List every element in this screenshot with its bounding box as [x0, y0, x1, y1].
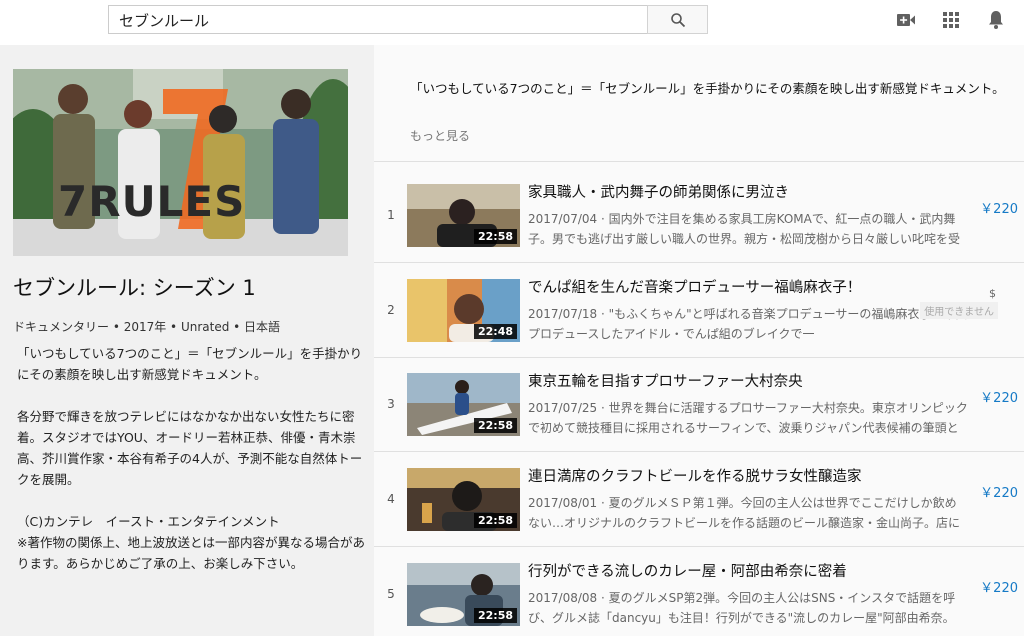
episode-row[interactable]: 5 22:58 行列ができる流しのカレー屋・阿部由希奈に密着 2017/08/0… [374, 553, 1024, 636]
top-bar: セブンルール [0, 0, 1024, 45]
search-input[interactable]: セブンルール [108, 5, 648, 34]
divider [374, 262, 1024, 263]
price-button[interactable]: ￥220 [980, 198, 1018, 217]
episode-number: 5 [387, 587, 395, 601]
price-button[interactable]: ￥220 [980, 482, 1018, 501]
episode-title[interactable]: 東京五輪を目指すプロサーファー大村奈央 [528, 370, 988, 391]
episode-row[interactable]: 1 22:58 家具職人・武内舞子の師弟関係に男泣き 2017/07/04 · … [374, 174, 1024, 268]
episode-number: 3 [387, 397, 395, 411]
divider [374, 546, 1024, 547]
price-button[interactable]: ￥220 [980, 577, 1018, 596]
episode-thumbnail[interactable]: 22:58 [407, 563, 520, 626]
search-icon [670, 12, 685, 27]
episode-row[interactable]: 3 22:58 東京五輪を目指すプロサーファー大村奈央 2017/07/25 ·… [374, 363, 1024, 457]
episode-description: 2017/07/25 · 世界を舞台に活躍するプロサーファー大村奈央。東京オリン… [528, 401, 968, 435]
episode-thumbnail[interactable]: 22:58 [407, 468, 520, 531]
divider [374, 451, 1024, 452]
show-title: セブンルール: シーズン 1 [13, 276, 256, 300]
bell-icon[interactable] [986, 10, 1006, 30]
episode-number: 4 [387, 492, 395, 506]
divider [374, 161, 1024, 162]
unavailable-label: 使用できません [920, 302, 998, 319]
duration-badge: 22:58 [473, 608, 517, 623]
duration-badge: 22:58 [473, 418, 517, 433]
episode-title[interactable]: 家具職人・武内舞子の師弟関係に男泣き [528, 181, 988, 202]
episode-row[interactable]: 4 22:58 連日満席のクラフトビールを作る脱サラ女性醸造家 2017/08/… [374, 458, 1024, 552]
video-camera-icon[interactable] [896, 10, 916, 30]
episode-row[interactable]: 2 22:48 でんぱ組を生んだ音楽プロデューサー福嶋麻衣子！ 2017/07/… [374, 269, 1024, 363]
show-logo: 7RULES [58, 177, 246, 226]
show-hero-image[interactable]: 7RULES [13, 69, 348, 256]
show-meta: ドキュメンタリー • 2017年 • Unrated • 日本語 [13, 320, 281, 334]
duration-badge: 22:58 [473, 513, 517, 528]
episode-title[interactable]: 連日満席のクラフトビールを作る脱サラ女性醸造家 [528, 465, 988, 486]
price-button[interactable]: ￥220 [980, 387, 1018, 406]
show-info-panel: 7RULES セブンルール: シーズン 1 ドキュメンタリー • 2017年 •… [0, 45, 374, 636]
duration-badge: 22:58 [473, 229, 517, 244]
dollar-icon: $ [989, 287, 996, 300]
episode-panel: 「いつもしている7つのこと」＝「セブンルール」を手掛かりにその素顔を映し出す新感… [374, 45, 1024, 636]
summary-text: 「いつもしている7つのこと」＝「セブンルール」を手掛かりにその素顔を映し出す新感… [410, 81, 1005, 96]
unavailable-status: $ 使用できません [908, 287, 998, 319]
episode-thumbnail[interactable]: 22:58 [407, 373, 520, 436]
episode-description: 2017/07/18 · "もふくちゃん"と呼ばれる音楽プロデューサーの福嶋麻衣… [528, 307, 968, 341]
episode-number: 2 [387, 303, 395, 317]
episode-thumbnail[interactable]: 22:48 [407, 279, 520, 342]
divider [374, 357, 1024, 358]
episode-description: 2017/08/01 · 夏のグルメＳＰ第１弾。今回の主人公は世界でここだけしか… [528, 496, 961, 530]
apps-grid-icon[interactable] [941, 10, 961, 30]
episode-title[interactable]: 行列ができる流しのカレー屋・阿部由希奈に密着 [528, 560, 988, 581]
show-more-link[interactable]: もっと見る [410, 127, 470, 144]
episode-description: 2017/07/04 · 国内外で注目を集める家具工房KOMAで、紅一点の職人・… [528, 212, 961, 246]
search-button[interactable] [647, 5, 708, 34]
episode-description: 2017/08/08 · 夏のグルメSP第2弾。今回の主人公はSNS・インスタで… [528, 591, 956, 625]
episode-thumbnail[interactable]: 22:58 [407, 184, 520, 247]
show-description: 「いつもしている7つのこと」＝「セブンルール」を手掛かりにその素顔を映し出す新感… [17, 346, 365, 571]
episode-number: 1 [387, 208, 395, 222]
duration-badge: 22:48 [473, 324, 517, 339]
